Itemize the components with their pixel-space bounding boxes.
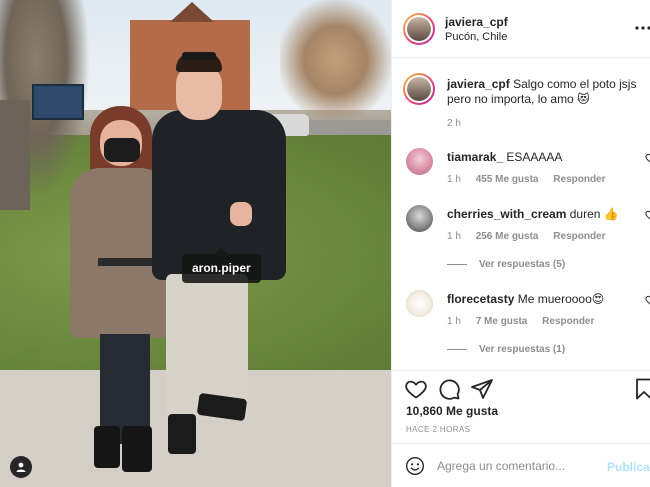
avatar[interactable] <box>403 13 435 45</box>
avatar-ring <box>405 75 433 103</box>
post-location[interactable]: Pucón, Chile <box>445 31 507 43</box>
post-timestamp[interactable]: HACE 2 HORAS <box>406 425 470 434</box>
comment-body: ESAAAAA <box>506 150 563 164</box>
post-details-panel: javiera_cpf Pucón, Chile javiera_cpf Sal… <box>391 0 650 487</box>
avatar-image <box>407 17 431 41</box>
view-replies-button[interactable]: Ver respuestas (5) <box>447 259 565 270</box>
post-photo[interactable]: aron.piper <box>0 0 391 487</box>
comment-username[interactable]: tiamarak_ <box>447 150 503 164</box>
heart-icon[interactable] <box>645 209 650 221</box>
person-tag-icon <box>16 462 26 472</box>
photo-detail <box>230 202 252 226</box>
post-actions: 10,860 Me gusta HACE 2 HORAS <box>392 370 650 442</box>
comment-time[interactable]: 1 h <box>447 316 461 327</box>
comment-text: cherries_with_cream duren 👍 <box>447 207 637 222</box>
photo-detail <box>122 426 152 472</box>
avatar[interactable] <box>406 290 433 317</box>
comment-likes[interactable]: 256 Me gusta <box>476 231 539 242</box>
avatar[interactable] <box>406 148 433 175</box>
photo-detail <box>98 258 152 266</box>
emoji-smile-icon[interactable] <box>405 456 425 476</box>
comment-text: tiamarak_ ESAAAAA <box>447 150 637 165</box>
comment-meta: 1 h 455 Me gusta Responder <box>447 174 618 185</box>
avatar[interactable] <box>406 205 433 232</box>
more-dots-icon[interactable] <box>635 20 650 36</box>
post-header: javiera_cpf Pucón, Chile <box>392 0 650 58</box>
comment-text: florecetasty Me mueroooo😍 <box>447 292 637 307</box>
photo-detail <box>168 414 196 454</box>
comment-reply-button[interactable]: Responder <box>553 231 605 242</box>
photo-user-tag[interactable]: aron.piper <box>182 248 261 283</box>
comment-likes[interactable]: 7 Me gusta <box>476 316 528 327</box>
comment-time[interactable]: 1 h <box>447 174 461 185</box>
comment-likes[interactable]: 455 Me gusta <box>476 174 539 185</box>
post-likes-count[interactable]: 10,860 Me gusta <box>406 404 498 418</box>
comment-input[interactable] <box>437 454 597 478</box>
comment-username[interactable]: florecetasty <box>447 292 514 306</box>
caption-timestamp[interactable]: 2 h <box>447 118 461 129</box>
photo-trees <box>280 0 391 120</box>
photo-detail <box>182 52 216 60</box>
bookmark-icon[interactable] <box>632 377 650 401</box>
comment-meta: 1 h 7 Me gusta Responder <box>447 316 606 327</box>
caption-username[interactable]: javiera_cpf <box>447 77 510 91</box>
comment-reply-button[interactable]: Responder <box>553 174 605 185</box>
avatar-ring <box>405 15 433 43</box>
photo-tree-trunk <box>0 100 30 210</box>
comment-body: duren 👍 <box>569 207 619 221</box>
post-author-username[interactable]: javiera_cpf <box>445 15 508 29</box>
photo-detail <box>176 64 222 120</box>
comments-list: javiera_cpf Salgo como el poto jsjs pero… <box>392 58 650 370</box>
heart-icon[interactable] <box>645 294 650 306</box>
add-comment-bar: Publicar <box>392 443 650 487</box>
avatar[interactable] <box>403 73 435 105</box>
comment-reply-button[interactable]: Responder <box>542 316 594 327</box>
photo-detail <box>104 138 140 162</box>
comment-body: Me mueroooo😍 <box>517 292 605 306</box>
comment-meta: 1 h 256 Me gusta Responder <box>447 231 618 242</box>
comment-bubble-icon[interactable] <box>437 377 461 401</box>
heart-icon[interactable] <box>645 152 650 164</box>
photo-detail <box>94 426 120 468</box>
caption-text: javiera_cpf Salgo como el poto jsjs pero… <box>447 77 647 107</box>
comment-username[interactable]: cherries_with_cream <box>447 207 566 221</box>
heart-icon[interactable] <box>404 377 428 401</box>
publish-comment-button[interactable]: Publicar <box>607 460 650 474</box>
paper-plane-icon[interactable] <box>470 377 494 401</box>
comment-time[interactable]: 1 h <box>447 231 461 242</box>
tagged-users-button[interactable] <box>10 456 32 478</box>
view-replies-button[interactable]: Ver respuestas (1) <box>447 344 565 355</box>
avatar-image <box>407 77 431 101</box>
